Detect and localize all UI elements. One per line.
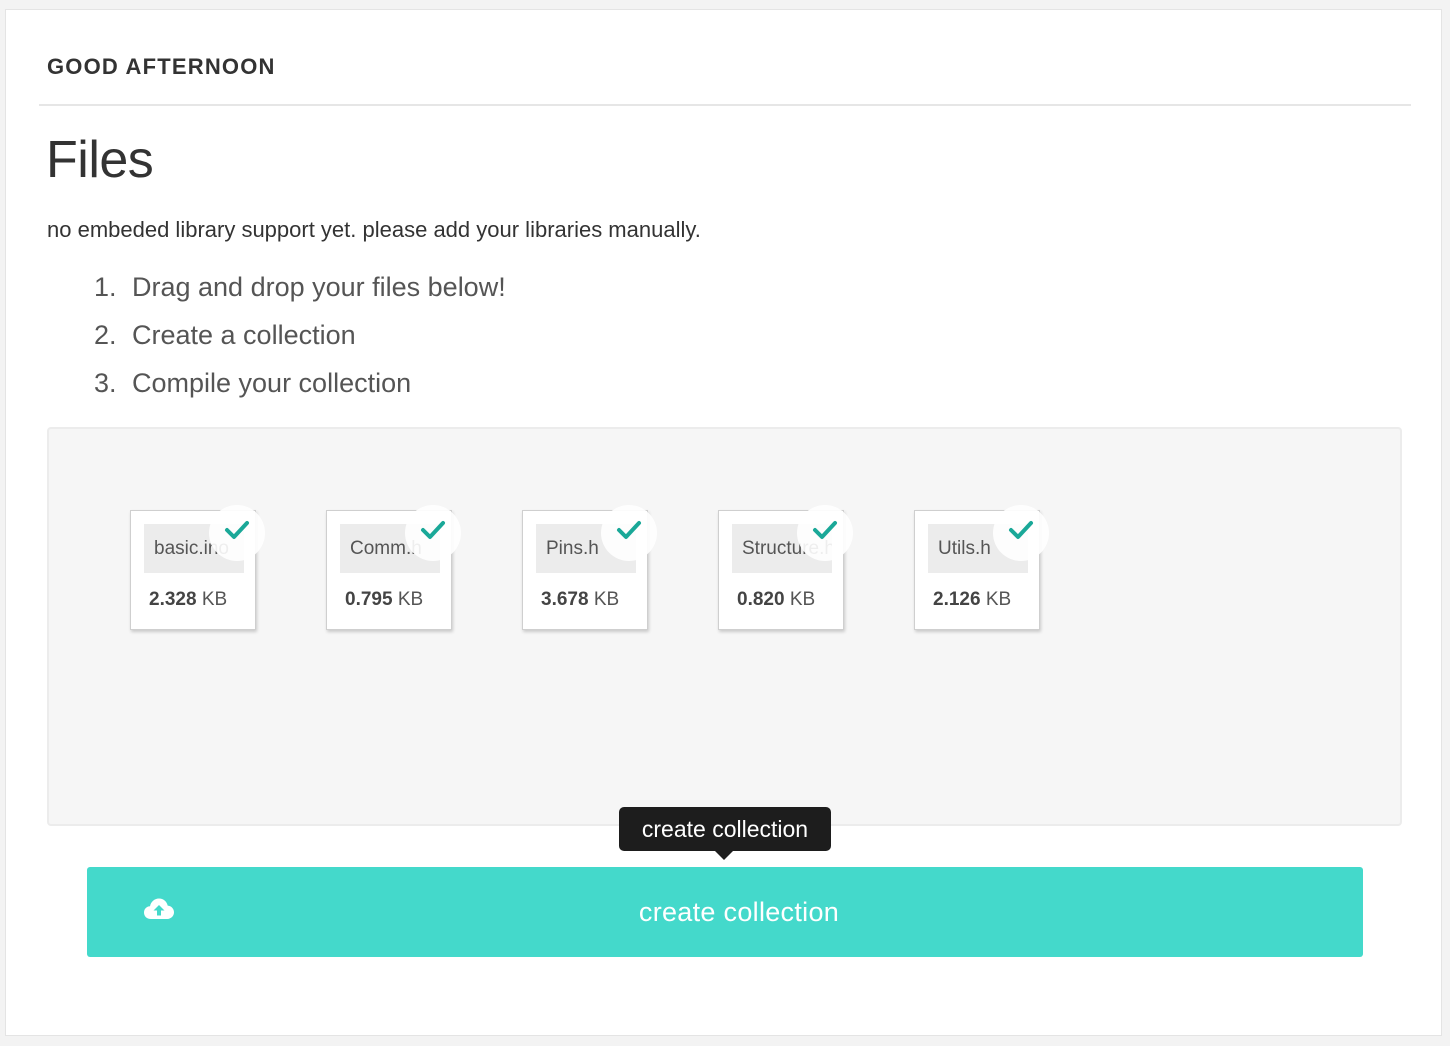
file-size-value: 0.820 [737,589,785,610]
header-divider [39,104,1411,106]
instruction-steps: 1. Drag and drop your files below! 2. Cr… [94,269,506,413]
file-size: 0.795 KB [345,589,423,611]
step-item: 1. Drag and drop your files below! [94,269,506,317]
file-size: 2.126 KB [933,589,1011,611]
file-size-value: 0.795 [345,589,393,610]
step-text: Create a collection [132,320,356,350]
file-size-unit: KB [201,589,228,610]
file-size: 3.678 KB [541,589,619,611]
file-size-unit: KB [397,589,424,610]
file-preview[interactable]: Comm.h 0.795 KB [326,505,461,630]
check-icon [797,505,853,561]
file-size-value: 3.678 [541,589,589,610]
step-item: 3. Compile your collection [94,365,506,413]
file-size-unit: KB [985,589,1012,610]
check-icon [209,505,265,561]
step-number: 1. [94,272,117,302]
step-number: 3. [94,368,117,398]
create-collection-tooltip: create collection [619,807,831,851]
check-icon [601,505,657,561]
create-collection-button[interactable]: create collection [87,867,1363,957]
page-title: Files [46,131,154,189]
file-preview[interactable]: basic.ino 2.328 KB [130,505,265,630]
file-size-unit: KB [789,589,816,610]
step-text: Compile your collection [132,368,412,398]
check-icon [993,505,1049,561]
check-icon [405,505,461,561]
file-preview[interactable]: Structure.h 0.820 KB [718,505,853,630]
file-size: 0.820 KB [737,589,815,611]
file-preview[interactable]: Utils.h 2.126 KB [914,505,1049,630]
main-panel: GOOD AFTERNOON Files no embeded library … [5,9,1442,1036]
file-preview[interactable]: Pins.h 3.678 KB [522,505,657,630]
file-size: 2.328 KB [149,589,227,611]
step-item: 2. Create a collection [94,317,506,365]
tooltip-arrow [715,851,733,860]
page-subtitle: no embeded library support yet. please a… [47,217,701,242]
file-dropzone[interactable]: basic.ino 2.328 KB Comm.h 0.795 KB Pins.… [47,427,1402,826]
file-size-value: 2.126 [933,589,981,610]
create-collection-label: create collection [638,897,840,927]
step-text: Drag and drop your files below! [132,272,506,302]
greeting-heading: GOOD AFTERNOON [47,54,276,79]
step-number: 2. [94,320,117,350]
file-size-unit: KB [593,589,620,610]
file-size-value: 2.328 [149,589,197,610]
